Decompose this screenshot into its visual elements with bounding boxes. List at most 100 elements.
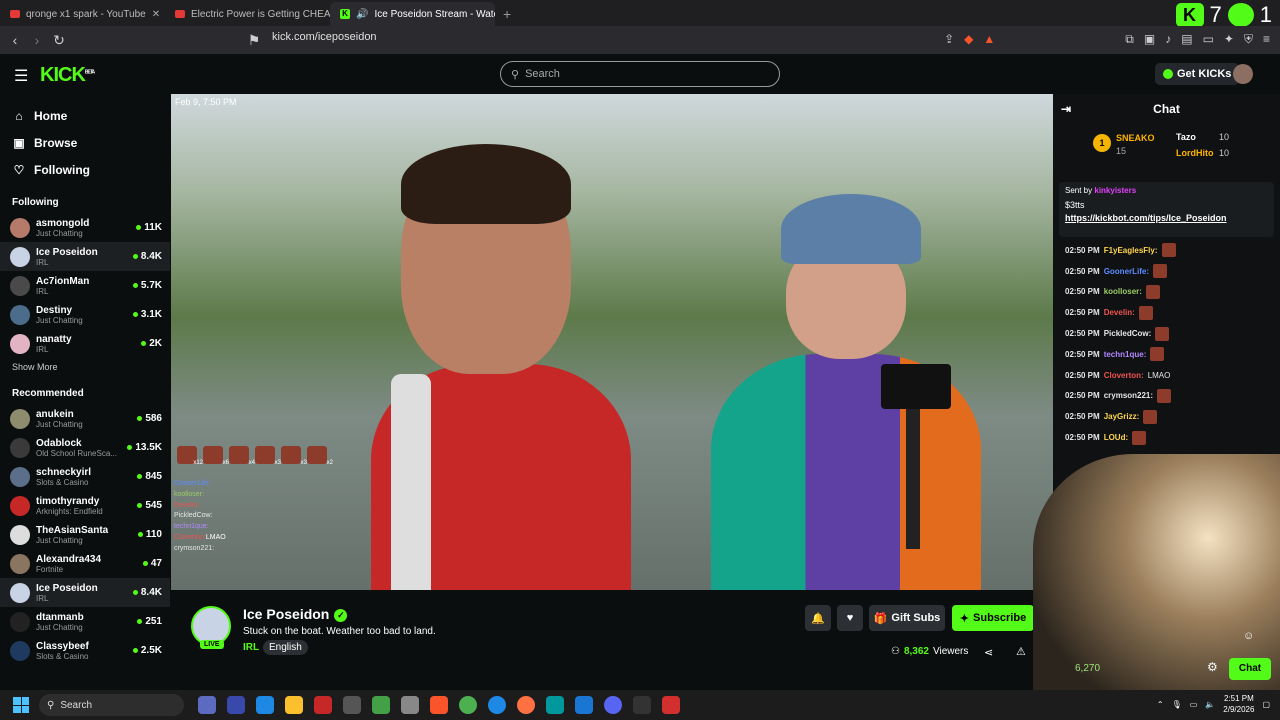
url-field[interactable]: kick.com/iceposeidon: [272, 31, 377, 43]
channel-item[interactable]: timothyrandy Arknights: Endfield 545: [0, 491, 170, 520]
chat-user[interactable]: PickledCow:: [1104, 329, 1152, 338]
tab-kick[interactable]: K🔊Ice Poseidon Stream - Watch✕: [330, 2, 495, 26]
new-tab-button[interactable]: +: [495, 2, 519, 26]
leo-icon[interactable]: ✦: [1224, 32, 1234, 47]
leader-name[interactable]: Tazo: [1176, 132, 1196, 142]
video-player[interactable]: Feb 9, 7:50 PM x12 x6 x4 x3 x3 x2 GoonerLife:…: [171, 94, 1053, 590]
share-icon[interactable]: ⋖: [984, 646, 993, 659]
app-icon[interactable]: [343, 696, 361, 714]
share-icon[interactable]: ⇪: [944, 32, 954, 47]
chat-message[interactable]: 02:50 PM Cloverton: LMAO: [1065, 365, 1176, 386]
pinned-message[interactable]: Sent by kinkyisters $3tts https://kickbo…: [1059, 182, 1274, 237]
edge-icon[interactable]: [488, 696, 506, 714]
chat-message[interactable]: 02:50 PM F1yEaglesFly:: [1065, 240, 1176, 261]
brave-icon[interactable]: [430, 696, 448, 714]
chat-user[interactable]: Develin:: [1104, 308, 1135, 317]
leader-name[interactable]: LordHito: [1176, 148, 1214, 158]
channel-item[interactable]: Ice Poseidon IRL 8.4K: [0, 578, 170, 607]
search-input[interactable]: ⚲ Search: [500, 61, 780, 87]
chevron-up-icon[interactable]: ⌃: [1157, 700, 1164, 709]
chat-message[interactable]: 02:50 PM PickledCow:: [1065, 323, 1176, 344]
channel-item[interactable]: Ac7ionMan IRL 5.7K: [0, 271, 170, 300]
folder-icon[interactable]: [285, 696, 303, 714]
chat-message[interactable]: 02:50 PM techn1que:: [1065, 344, 1176, 365]
app-icon[interactable]: [633, 696, 651, 714]
back-icon[interactable]: ‹: [4, 32, 26, 48]
channel-item[interactable]: Alexandra434 Fortnite 47: [0, 549, 170, 578]
collapse-chat-icon[interactable]: ⇥: [1061, 102, 1071, 116]
sidebar-icon[interactable]: ▤: [1181, 32, 1192, 47]
pinned-link[interactable]: https://kickbot.com/tips/Ice_Poseidon: [1065, 213, 1268, 223]
channel-item[interactable]: anukein Just Chatting 586: [0, 404, 170, 433]
kick-logo[interactable]: KICKBETA: [40, 64, 95, 87]
firefox-icon[interactable]: [517, 696, 535, 714]
chat-user[interactable]: GoonerLife:: [1104, 267, 1149, 276]
forward-icon[interactable]: ›: [26, 32, 48, 48]
language-tag[interactable]: English: [263, 640, 308, 655]
settings-icon[interactable]: ⚙: [1207, 660, 1218, 674]
app-icon[interactable]: [227, 696, 245, 714]
discord-icon[interactable]: [604, 696, 622, 714]
windows-start-icon[interactable]: [13, 697, 29, 713]
speaker-icon[interactable]: 🔊: [356, 9, 368, 20]
channel-item[interactable]: Odablock Old School RuneSca... 13.5K: [0, 433, 170, 462]
send-chat-button[interactable]: Chat: [1229, 658, 1271, 680]
screenshot-icon[interactable]: ▣: [1144, 32, 1155, 47]
get-kicks-button[interactable]: Get KICKs: [1155, 63, 1240, 85]
app-icon[interactable]: [662, 696, 680, 714]
chat-message[interactable]: 02:50 PM crymson221:: [1065, 386, 1176, 407]
music-icon[interactable]: ♪: [1165, 32, 1171, 47]
vscode-icon[interactable]: [575, 696, 593, 714]
sidebar-item-following[interactable]: ♡ Following: [0, 156, 170, 183]
tab-youtube-2[interactable]: Electric Power is Getting CHEAP - Q✕: [165, 2, 330, 26]
app-icon[interactable]: [314, 696, 332, 714]
clock[interactable]: 2:51 PM 2/9/2026: [1223, 693, 1254, 715]
chat-message[interactable]: 02:50 PM Develin:: [1065, 302, 1176, 323]
notifications-icon[interactable]: ▢: [1262, 700, 1270, 709]
app-icon[interactable]: [401, 696, 419, 714]
wallet-icon[interactable]: ▭: [1203, 32, 1214, 47]
app-icon[interactable]: [256, 696, 274, 714]
app-icon[interactable]: [372, 696, 390, 714]
channel-item[interactable]: dtanmanb Just Chatting 251: [0, 607, 170, 636]
hamburger-menu-icon[interactable]: ☰: [14, 66, 28, 86]
report-icon[interactable]: ⚠: [1016, 645, 1026, 658]
arduino-icon[interactable]: [546, 696, 564, 714]
channel-item[interactable]: Classybeef Slots & Casino 2.5K: [0, 636, 170, 665]
menu-icon[interactable]: ≡: [1263, 32, 1270, 47]
close-icon[interactable]: ✕: [152, 9, 160, 20]
sidebar-item-browse[interactable]: ▣ Browse: [0, 129, 170, 156]
follow-button[interactable]: ♥: [837, 605, 863, 631]
chat-user[interactable]: koolloser:: [1104, 287, 1142, 296]
taskbar-search[interactable]: ⚲ Search: [39, 694, 184, 716]
channel-item[interactable]: asmongold Just Chatting 11K: [0, 213, 170, 242]
gift-subs-button[interactable]: 🎁 Gift Subs: [869, 605, 945, 631]
chat-message[interactable]: 02:50 PM JayGrizz:: [1065, 406, 1176, 427]
emote-picker-icon[interactable]: ☺: [1243, 630, 1254, 642]
chat-message[interactable]: 02:50 PM koolloser:: [1065, 282, 1176, 303]
volume-icon[interactable]: 🔈: [1205, 700, 1215, 709]
leader-name[interactable]: SNEAKO: [1116, 133, 1155, 143]
channel-item[interactable]: TheAsianSanta Just Chatting 110: [0, 520, 170, 549]
avatar[interactable]: [1233, 64, 1253, 84]
mic-icon[interactable]: 🎙: [1172, 700, 1182, 709]
show-more-link[interactable]: Show More: [0, 362, 170, 378]
network-icon[interactable]: ▭: [1190, 700, 1198, 709]
subscribe-button[interactable]: ✦ Subscribe: [952, 605, 1034, 631]
chat-user[interactable]: LOUd:: [1104, 433, 1128, 442]
channel-item[interactable]: schneckyirl Slots & Casino 845: [0, 462, 170, 491]
chat-user[interactable]: Cloverton:: [1104, 371, 1144, 380]
notification-bell-button[interactable]: 🔔: [805, 605, 831, 631]
channel-item[interactable]: Ice Poseidon IRL 8.4K: [0, 242, 170, 271]
chat-user[interactable]: crymson221:: [1104, 391, 1153, 400]
sidebar-item-home[interactable]: ⌂ Home: [0, 102, 170, 129]
rewards-icon[interactable]: ▲: [983, 32, 995, 47]
chat-user[interactable]: JayGrizz:: [1104, 412, 1140, 421]
bookmark-icon[interactable]: ⚑: [243, 32, 265, 49]
extensions-icon[interactable]: ⧉: [1125, 32, 1134, 47]
brave-shield-icon[interactable]: ◆: [964, 32, 973, 47]
streamer-name[interactable]: Ice Poseidon ✓: [243, 606, 348, 622]
chat-message[interactable]: 02:50 PM LOUd:: [1065, 427, 1176, 448]
reload-icon[interactable]: ↻: [48, 32, 70, 49]
chat-user[interactable]: techn1que:: [1104, 350, 1147, 359]
